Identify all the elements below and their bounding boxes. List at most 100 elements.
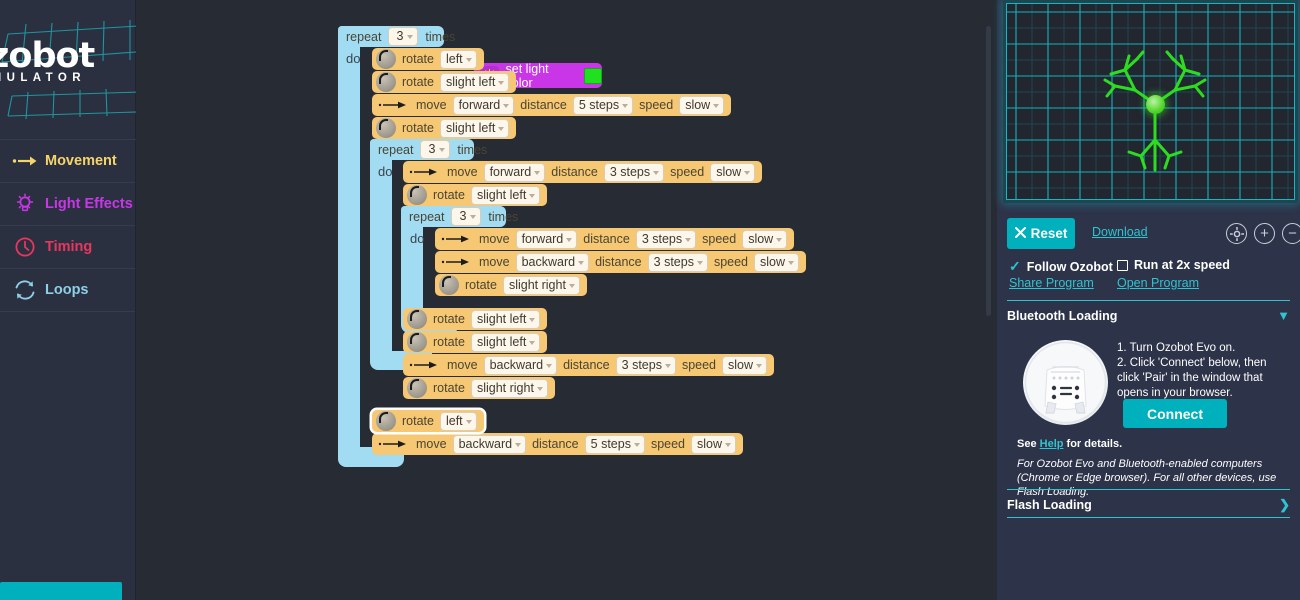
flash-loading-header[interactable]: Flash Loading ❯ [1007,489,1290,513]
block-rotate[interactable]: rotate slight left [403,308,548,330]
speed-field[interactable]: slow [679,95,725,115]
times-label: times [488,209,519,224]
clock-icon [10,234,40,260]
lightbulb-icon [10,191,40,217]
bluetooth-loading-header[interactable]: Bluetooth Loading ▼ [1007,300,1290,323]
speed-field[interactable]: slow [754,252,800,272]
sidebar-item-movement[interactable]: Movement [0,140,135,183]
distance-label: distance [532,437,579,451]
open-program-link[interactable]: Open Program [1117,276,1199,290]
close-icon [1014,226,1026,241]
run-2x-speed-checkbox[interactable]: Run at 2x speed [1117,258,1230,272]
arrow-right-icon [376,434,410,454]
arrow-right-icon [407,162,441,182]
follow-ozobot-checkbox[interactable]: ✓ Follow Ozobot [1009,258,1113,275]
zoom-out-button[interactable]: − [1282,223,1300,244]
arrow-right-icon [439,229,473,249]
direction-field[interactable]: slight left [439,118,510,138]
speed-field[interactable]: slow [710,162,756,182]
block-move[interactable]: move backward distance 5 steps speed slo… [372,433,744,455]
rotate-label: rotate [433,312,465,326]
speed-field[interactable]: slow [722,355,768,375]
reset-label: Reset [1030,226,1068,241]
help-link[interactable]: Help [1040,438,1064,450]
distance-field[interactable]: 5 steps [572,95,634,115]
direction-field[interactable]: forward [452,95,515,115]
reset-button[interactable]: Reset [1007,218,1075,249]
block-rotate[interactable]: rotate slight left [372,117,517,139]
ozobot-marker[interactable] [1146,95,1165,114]
loop-header-inner[interactable]: repeat 3 times [401,206,518,227]
distance-field[interactable]: 3 steps [615,355,676,375]
flash-loading-divider [1007,517,1290,518]
connect-label: Connect [1147,405,1203,422]
direction-field[interactable]: slight left [470,309,541,329]
distance-field[interactable]: 3 steps [635,229,697,249]
sidebar-item-timing[interactable]: Timing [0,226,135,269]
simulator-controls: Reset Download + − [1007,218,1300,250]
direction-field[interactable]: backward [515,252,590,272]
block-move[interactable]: move backward distance 3 steps speed slo… [435,251,807,273]
block-rotate[interactable]: rotate slight left [403,331,548,353]
direction-field[interactable]: slight left [470,185,541,205]
block-move[interactable]: move forward distance 3 steps speed slow [403,161,763,183]
repeat-count-field[interactable]: 3 [388,27,419,46]
distance-field[interactable]: 5 steps [584,434,645,454]
direction-field[interactable]: left [439,411,477,431]
zoom-in-button[interactable]: + [1254,223,1275,244]
direction-field[interactable]: slight left [470,332,541,352]
speed-label: speed [713,255,749,269]
sidebar-item-light-effects[interactable]: Light Effects [0,183,135,226]
move-label: move [479,255,510,269]
connect-button[interactable]: Connect [1123,399,1227,428]
direction-field[interactable]: backward [483,355,558,375]
block-rotate-selected[interactable]: rotate left [372,410,484,432]
block-rotate[interactable]: rotate left [372,48,484,70]
color-swatch[interactable] [584,67,602,84]
loop-header-outer[interactable]: repeat 3 times [338,26,455,47]
block-move[interactable]: move backward distance 3 steps speed slo… [403,354,775,376]
rotate-dial-icon [407,309,427,329]
loop-do-label-outer: do [346,51,361,66]
loop-do-label-middle: do [378,164,393,179]
zoom-out-label: − [1288,225,1297,242]
distance-field[interactable]: 3 steps [603,162,665,182]
direction-field[interactable]: slight right [502,275,580,295]
workspace-scrollbar[interactable] [986,26,991,316]
distance-field[interactable]: 3 steps [647,252,708,272]
direction-field[interactable]: forward [483,162,546,182]
speed-field[interactable]: slow [691,434,737,454]
logo-subtitle: SIMULATOR [0,72,86,84]
repeat-label: repeat [409,209,445,224]
direction-field[interactable]: left [439,49,477,69]
sidebar-item-loops[interactable]: Loops [0,269,135,312]
repeat-count-field[interactable]: 3 [420,140,451,159]
distance-label: distance [583,232,630,246]
block-workspace[interactable]: set light color repeat 3 times do rotate… [136,0,997,600]
speed-field[interactable]: slow [742,229,788,249]
block-rotate[interactable]: rotate slight left [372,71,517,93]
block-rotate[interactable]: rotate slight right [435,274,587,296]
simulator-canvas[interactable] [1006,3,1295,200]
move-label: move [447,165,478,179]
rotate-label: rotate [402,121,434,135]
direction-field[interactable]: forward [515,229,578,249]
block-move[interactable]: move forward distance 3 steps speed slow [435,228,795,250]
direction-field[interactable]: slight right [470,378,548,398]
direction-field[interactable]: backward [452,434,527,454]
rotate-label: rotate [433,188,465,202]
repeat-count-field[interactable]: 3 [451,207,482,226]
distance-label: distance [520,98,567,112]
download-link[interactable]: Download [1092,225,1148,239]
loop-header-middle[interactable]: repeat 3 times [370,139,487,160]
loop-body-outer [338,26,360,458]
times-label: times [425,29,456,44]
share-program-link[interactable]: Share Program [1009,276,1094,290]
block-move[interactable]: move forward distance 5 steps speed slow [372,94,732,116]
direction-field[interactable]: slight left [439,72,510,92]
rotate-label: rotate [402,75,434,89]
center-view-button[interactable] [1226,223,1247,244]
times-label: times [457,142,488,157]
block-rotate[interactable]: rotate slight left [403,184,548,206]
block-rotate[interactable]: rotate slight right [403,377,555,399]
